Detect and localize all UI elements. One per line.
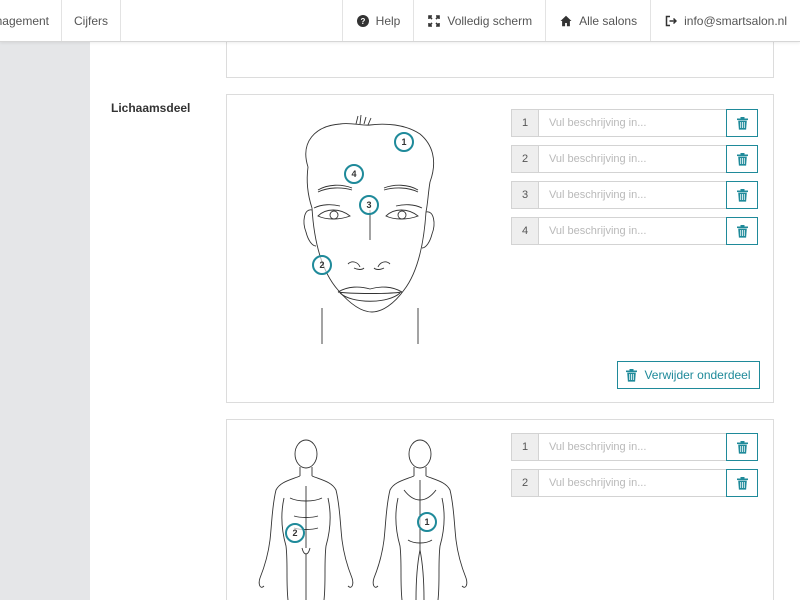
section-label: Lichaamsdeel xyxy=(111,101,191,115)
description-input[interactable] xyxy=(538,217,726,245)
fullscreen-label: Volledig scherm xyxy=(447,13,533,28)
delete-row-button[interactable] xyxy=(726,109,758,137)
trash-icon xyxy=(626,368,638,382)
help-link[interactable]: ? Help xyxy=(341,0,414,41)
remove-part-button[interactable]: Verwijder onderdeel xyxy=(617,361,760,389)
trash-icon xyxy=(736,188,748,202)
fullscreen-link[interactable]: Volledig scherm xyxy=(413,0,545,41)
row-number: 4 xyxy=(511,217,538,245)
account-logout-link[interactable]: info@smartsalon.nl xyxy=(650,0,800,41)
description-input[interactable] xyxy=(538,145,726,173)
body-marker-1[interactable]: 1 xyxy=(417,512,437,532)
question-icon: ? xyxy=(356,14,370,28)
home-icon xyxy=(559,14,573,28)
account-email: info@smartsalon.nl xyxy=(684,13,787,28)
trash-icon xyxy=(736,152,748,166)
row-number: 3 xyxy=(511,181,538,209)
trash-icon xyxy=(736,440,748,454)
delete-row-button[interactable] xyxy=(726,217,758,245)
delete-row-button[interactable] xyxy=(726,181,758,209)
nav-left-group: nagement Cijfers xyxy=(0,0,122,41)
remove-part-label: Verwijder onderdeel xyxy=(644,368,751,382)
body-description-row: 2 xyxy=(511,469,758,497)
body-drawing[interactable] xyxy=(250,436,490,600)
logout-icon xyxy=(664,14,678,28)
description-input[interactable] xyxy=(538,109,726,137)
row-number: 2 xyxy=(511,469,538,497)
description-input[interactable] xyxy=(538,181,726,209)
delete-row-button[interactable] xyxy=(726,433,758,461)
nav-right-group: ? Help Volledig scherm Alle salons info@… xyxy=(341,0,800,41)
svg-text:?: ? xyxy=(360,17,365,26)
description-input[interactable] xyxy=(538,433,726,461)
delete-row-button[interactable] xyxy=(726,469,758,497)
body-description-row: 1 xyxy=(511,433,758,461)
delete-row-button[interactable] xyxy=(726,145,758,173)
trash-icon xyxy=(736,224,748,238)
face-description-row: 3 xyxy=(511,181,758,209)
nav-item-label: nagement xyxy=(0,13,49,28)
face-marker-3[interactable]: 3 xyxy=(359,195,379,215)
previous-section-card xyxy=(226,42,774,78)
nav-item-label: Cijfers xyxy=(74,13,109,28)
face-marker-1[interactable]: 1 xyxy=(394,132,414,152)
face-marker-2[interactable]: 2 xyxy=(312,255,332,275)
all-salons-link[interactable]: Alle salons xyxy=(545,0,650,41)
description-input[interactable] xyxy=(538,469,726,497)
row-number: 1 xyxy=(511,109,538,137)
nav-item-management[interactable]: nagement xyxy=(0,0,62,41)
top-navigation: nagement Cijfers ? Help Volledig scherm … xyxy=(0,0,800,42)
face-drawing[interactable] xyxy=(270,112,460,348)
body-marker-2[interactable]: 2 xyxy=(285,523,305,543)
face-description-row: 4 xyxy=(511,217,758,245)
help-label: Help xyxy=(375,13,401,28)
face-description-row: 2 xyxy=(511,145,758,173)
all-salons-label: Alle salons xyxy=(579,13,638,28)
nav-item-cijfers[interactable]: Cijfers xyxy=(62,0,122,41)
row-number: 1 xyxy=(511,433,538,461)
face-marker-4[interactable]: 4 xyxy=(344,164,364,184)
face-description-row: 1 xyxy=(511,109,758,137)
fullscreen-icon xyxy=(427,14,441,28)
trash-icon xyxy=(736,476,748,490)
row-number: 2 xyxy=(511,145,538,173)
trash-icon xyxy=(736,116,748,130)
